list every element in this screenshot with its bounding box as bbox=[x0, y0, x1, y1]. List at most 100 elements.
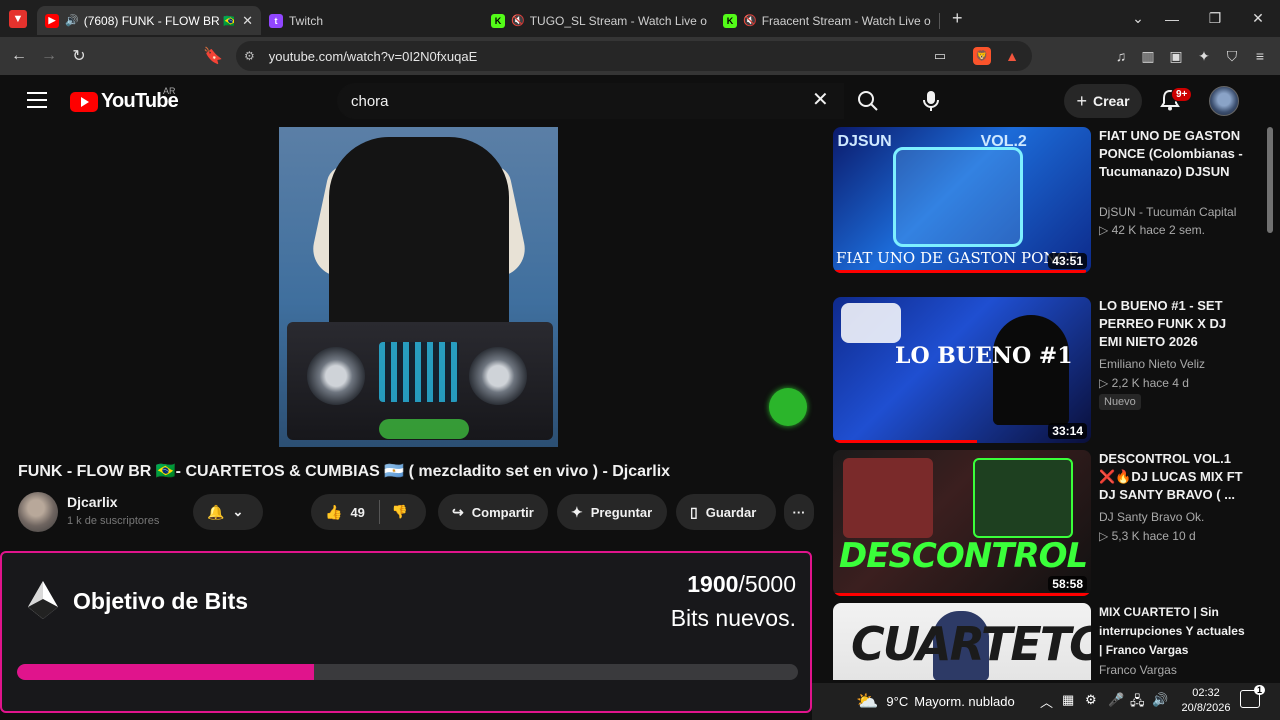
recommendation-channel[interactable]: DJ Santy Bravo Ok. bbox=[1099, 510, 1204, 524]
thumbnail-graphic bbox=[893, 147, 1023, 247]
recommendation-title[interactable]: DESCONTROL VOL.1 ❌🔥DJ LUCAS MIX FT DJ SA… bbox=[1099, 450, 1249, 504]
weather-cloud-icon[interactable]: ⛅ bbox=[856, 691, 878, 712]
like-icon[interactable]: 👍 bbox=[325, 504, 342, 521]
subscribed-button[interactable]: 🔔 ⌄ bbox=[193, 494, 263, 530]
tab-kick-fraacent[interactable]: K 🔇 Fraacent Stream - Watch Live on bbox=[715, 6, 939, 35]
kick-favicon-icon: K bbox=[723, 13, 737, 28]
bits-target: /5000 bbox=[738, 571, 796, 597]
bits-goal-subtitle: Bits nuevos. bbox=[670, 605, 796, 631]
show-hidden-icons-chevron-icon[interactable]: ︿ bbox=[1040, 692, 1053, 711]
channel-name[interactable]: Djcarlix bbox=[67, 494, 118, 510]
weather-temperature[interactable]: 9°C bbox=[886, 694, 908, 709]
recommendation-views: 2,2 K hace 4 d bbox=[1111, 376, 1189, 390]
muted-icon[interactable]: 🔇 bbox=[511, 14, 525, 27]
bell-subscribed-icon: 🔔 bbox=[207, 503, 225, 520]
omnibox[interactable]: ⚙ youtube.com/watch?v=0I2N0fxuqaE bbox=[236, 41, 1032, 71]
like-count[interactable]: 49 bbox=[350, 505, 364, 520]
tray-app-icon[interactable]: ⚙ bbox=[1085, 692, 1097, 708]
create-button[interactable]: + Crear bbox=[1064, 84, 1142, 118]
restore-icon[interactable]: ❐ bbox=[1193, 0, 1237, 37]
tab-close-icon[interactable]: ✕ bbox=[242, 13, 253, 29]
recommendation-item[interactable]: DJSUN VOL.2 FIAT UNO DE GASTON PONCE 43:… bbox=[833, 127, 1263, 273]
site-settings-icon[interactable]: ⚙ bbox=[244, 49, 255, 63]
leo-ai-icon[interactable]: ✦ bbox=[1194, 46, 1214, 66]
minimize-icon[interactable]: — bbox=[1150, 0, 1194, 37]
recommendation-item[interactable]: DESCONTROL 58:58 DESCONTROL VOL.1 ❌🔥DJ L… bbox=[833, 450, 1263, 596]
more-actions-button[interactable]: ··· bbox=[784, 494, 814, 530]
recommendation-channel[interactable]: DjSUN - Tucumán Capital bbox=[1099, 205, 1236, 219]
weather-condition[interactable]: Mayorm. nublado bbox=[914, 694, 1014, 709]
reload-icon[interactable]: ↻ bbox=[65, 42, 93, 70]
youtube-play-icon bbox=[70, 91, 98, 112]
url-text[interactable]: youtube.com/watch?v=0I2N0fxuqaE bbox=[269, 49, 478, 64]
video-thumbnail[interactable]: CUARTETO bbox=[833, 603, 1091, 680]
search-button[interactable] bbox=[848, 83, 888, 119]
thumbnail-graphic: DJSUN VOL.2 bbox=[833, 133, 1027, 150]
recommendation-title[interactable]: LO BUENO #1 - SET PERREO FUNK X DJ EMI N… bbox=[1099, 297, 1249, 351]
tab-kick-tugo[interactable]: K 🔇 TUGO_SL Stream - Watch Live on bbox=[483, 6, 715, 35]
bookmark-icon[interactable]: 🔖 bbox=[199, 42, 227, 70]
save-label: Guardar bbox=[705, 504, 757, 520]
share-icon: ↪ bbox=[452, 503, 464, 520]
account-avatar[interactable] bbox=[1209, 86, 1239, 116]
brave-rewards-icon[interactable]: ▲ bbox=[1003, 47, 1021, 65]
recommendation-channel[interactable]: Franco Vargas bbox=[1099, 663, 1177, 677]
window-close-icon[interactable]: ✕ bbox=[1236, 0, 1280, 37]
more-icon: ··· bbox=[792, 504, 806, 520]
channel-avatar[interactable] bbox=[18, 492, 58, 532]
bits-gem-icon bbox=[28, 581, 58, 619]
video-thumbnail[interactable]: DESCONTROL 58:58 bbox=[833, 450, 1091, 596]
microphone-tray-icon[interactable]: 🎤 bbox=[1108, 692, 1124, 708]
scrollbar-thumb[interactable] bbox=[1267, 127, 1273, 233]
tab-twitch[interactable]: t Twitch bbox=[261, 6, 483, 35]
brave-menu-icon[interactable]: ▼ bbox=[9, 9, 27, 28]
page-scrollbar[interactable] bbox=[1266, 127, 1274, 677]
video-duration: 58:58 bbox=[1048, 576, 1087, 592]
video-thumbnail[interactable]: LO BUENO #1 33:14 bbox=[833, 297, 1091, 443]
notifications-button[interactable]: 9+ bbox=[1158, 87, 1193, 114]
cast-icon[interactable]: ▭ bbox=[926, 42, 954, 70]
recommendation-title[interactable]: FIAT UNO DE GASTON PONCE (Colombianas - … bbox=[1099, 127, 1249, 181]
back-icon[interactable]: ← bbox=[5, 42, 33, 70]
youtube-logo[interactable]: YouTube AR bbox=[70, 86, 179, 113]
vpn-icon[interactable]: ⛉ bbox=[1222, 46, 1242, 66]
wallet-icon[interactable]: ▣ bbox=[1166, 46, 1186, 66]
sidebar-icon[interactable]: ▥ bbox=[1138, 46, 1158, 66]
muted-icon[interactable]: 🔇 bbox=[743, 14, 757, 27]
media-icon[interactable]: ♫ bbox=[1111, 46, 1131, 66]
notification-center-icon[interactable]: 1 bbox=[1240, 685, 1265, 708]
tab-title: TUGO_SL Stream - Watch Live on bbox=[529, 13, 707, 28]
volume-icon[interactable]: 🔊 bbox=[1152, 692, 1168, 708]
recommendation-meta: ▷ 2,2 K hace 4 d bbox=[1099, 376, 1189, 390]
forward-icon[interactable]: → bbox=[35, 42, 63, 70]
new-tab-icon[interactable]: + bbox=[952, 8, 963, 29]
audio-playing-icon[interactable]: 🔊 bbox=[65, 14, 79, 27]
browser-menu-icon[interactable]: ≡ bbox=[1250, 46, 1270, 66]
recommendation-channel[interactable]: Emiliano Nieto Veliz bbox=[1099, 357, 1205, 371]
ask-button[interactable]: ✦ Preguntar bbox=[557, 494, 667, 530]
tray-app-icon[interactable]: ▦ bbox=[1062, 692, 1074, 708]
video-player[interactable] bbox=[279, 127, 558, 447]
hamburger-menu-icon[interactable] bbox=[27, 92, 47, 108]
clear-search-icon[interactable]: ✕ bbox=[812, 90, 829, 110]
recommendation-item[interactable]: LO BUENO #1 33:14 LO BUENO #1 - SET PERR… bbox=[833, 297, 1263, 443]
voice-search-button[interactable] bbox=[912, 83, 950, 119]
like-dislike-group: 👍 49 👎 bbox=[311, 494, 426, 530]
brave-shields-icon[interactable]: 🦁 bbox=[973, 47, 991, 65]
search-icon bbox=[858, 91, 878, 111]
save-button[interactable]: ▯ Guardar bbox=[676, 494, 776, 530]
search-input[interactable]: chora bbox=[337, 83, 844, 119]
recommendation-title[interactable]: MIX CUARTETO | Sin interrupciones Y actu… bbox=[1099, 603, 1249, 659]
video-thumbnail[interactable]: DJSUN VOL.2 FIAT UNO DE GASTON PONCE 43:… bbox=[833, 127, 1091, 273]
search-query[interactable]: chora bbox=[351, 93, 389, 110]
live-indicator-dot bbox=[769, 388, 807, 426]
tab-youtube[interactable]: ▶ 🔊 (7608) FUNK - FLOW BR 🇧🇷- C ✕ bbox=[37, 6, 261, 35]
watch-progress-bar bbox=[833, 593, 1091, 596]
network-icon[interactable]: 🖧 bbox=[1130, 692, 1145, 714]
taskbar-clock[interactable]: 02:32 20/8/2026 bbox=[1180, 686, 1232, 716]
dislike-icon[interactable]: 👎 bbox=[392, 504, 408, 520]
recommendation-item[interactable]: CUARTETO MIX CUARTETO | Sin interrupcion… bbox=[833, 603, 1263, 680]
share-button[interactable]: ↪ Compartir bbox=[438, 494, 548, 530]
watch-progress-bar bbox=[833, 270, 1086, 273]
video-duration: 33:14 bbox=[1048, 423, 1087, 439]
